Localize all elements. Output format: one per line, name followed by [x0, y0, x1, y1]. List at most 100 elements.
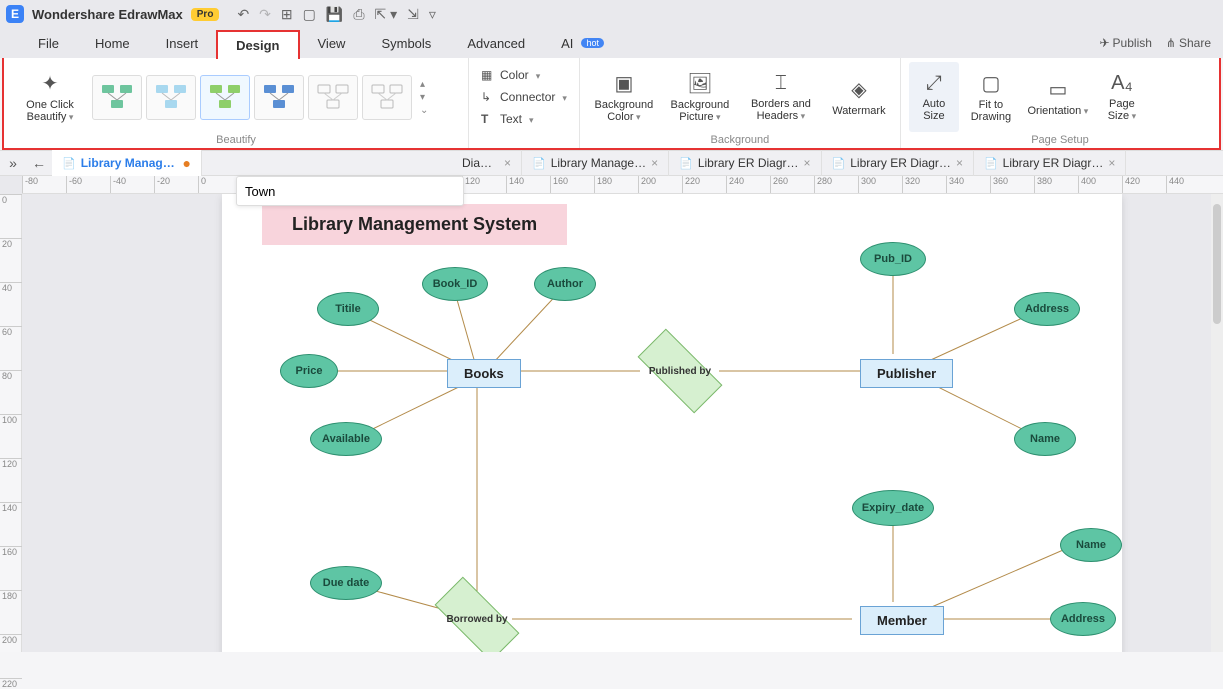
color-dropdown[interactable]: ▦Color: [477, 66, 544, 84]
connector-dropdown[interactable]: ↳Connector: [477, 88, 571, 106]
fit-to-drawing-button[interactable]: ▢Fit to Drawing: [963, 62, 1019, 132]
import-icon[interactable]: ⇲: [407, 6, 419, 23]
close-icon[interactable]: ×: [504, 156, 511, 170]
share-button[interactable]: ⋔ Share: [1166, 36, 1211, 50]
menu-bar: File Home Insert Design View Symbols Adv…: [0, 28, 1223, 58]
attr-expiry[interactable]: Expiry_date: [852, 490, 934, 526]
pagesize-icon: A₄: [1111, 72, 1133, 95]
attr-address[interactable]: Address: [1014, 292, 1080, 326]
autosize-icon: ⤢: [926, 72, 942, 95]
tab-0[interactable]: 📄 Library Manag… ●: [52, 150, 202, 176]
page[interactable]: Library Management System Books Publishe…: [222, 194, 1122, 652]
shape-text-input[interactable]: [236, 176, 464, 206]
menu-advanced[interactable]: Advanced: [449, 30, 543, 57]
close-icon[interactable]: ×: [956, 156, 963, 170]
diagram-title[interactable]: Library Management System: [262, 204, 567, 245]
text-icon: T: [481, 112, 495, 126]
redo-icon[interactable]: ↷: [259, 6, 271, 23]
relationship-borrowed-by[interactable]: Borrowed by: [437, 599, 517, 639]
more-icon[interactable]: ▿: [429, 6, 436, 23]
tab-4[interactable]: 📄Library ER Diagr…×: [822, 150, 974, 176]
ribbon: ✦ One Click Beautify ▴▾⌄ Beautify ▦Color…: [2, 58, 1221, 150]
canvas[interactable]: Library Management System Books Publishe…: [22, 194, 1223, 652]
open-icon[interactable]: ▢: [303, 6, 316, 23]
ribbon-group-label: Page Setup: [909, 132, 1211, 146]
undo-icon[interactable]: ↶: [237, 6, 249, 23]
scroll-down-icon: ▾: [420, 92, 428, 103]
menu-home[interactable]: Home: [77, 30, 148, 57]
app-logo: E: [6, 5, 24, 23]
style-6[interactable]: [362, 75, 412, 120]
page-size-button[interactable]: A₄Page Size: [1097, 62, 1147, 132]
tab-1[interactable]: Dia…×: [452, 150, 522, 176]
tabs-back-icon[interactable]: ←: [26, 155, 52, 171]
scrollbar-thumb[interactable]: [1213, 204, 1221, 324]
menu-design[interactable]: Design: [216, 30, 299, 59]
watermark-icon: ◈: [851, 77, 866, 102]
fit-icon: ▢: [981, 71, 1000, 96]
borders-icon: ⌶: [775, 72, 787, 95]
publish-button[interactable]: ✈ Publish: [1099, 36, 1151, 50]
entity-member[interactable]: Member: [860, 606, 944, 635]
attr-available[interactable]: Available: [310, 422, 382, 456]
attr-author[interactable]: Author: [534, 267, 596, 301]
auto-size-button[interactable]: ⤢Auto Size: [909, 62, 959, 132]
watermark-button[interactable]: ◈Watermark: [826, 62, 892, 132]
workspace: -80-60-40-200204060801001201401601802002…: [0, 176, 1223, 652]
tab-2[interactable]: 📄Library Manage…×: [522, 150, 669, 176]
menu-insert[interactable]: Insert: [148, 30, 217, 57]
menu-view[interactable]: View: [300, 30, 364, 57]
menu-symbols[interactable]: Symbols: [363, 30, 449, 57]
close-icon[interactable]: ×: [651, 156, 658, 170]
file-icon: 📄: [679, 157, 693, 170]
entity-books[interactable]: Books: [447, 359, 521, 388]
relationship-published-by[interactable]: Published by: [640, 351, 720, 391]
gallery-expand-icon: ⌄: [420, 105, 428, 116]
attr-price[interactable]: Price: [280, 354, 338, 388]
background-color-button[interactable]: ▣Background Color: [588, 62, 660, 132]
orientation-button[interactable]: ▭Orientation: [1023, 62, 1093, 132]
borders-headers-button[interactable]: ⌶Borders and Headers: [740, 62, 822, 132]
title-bar: E Wondershare EdrawMax Pro ↶ ↷ ⊞ ▢ 💾 ⎙ ⇱…: [0, 0, 1223, 28]
tabs-scroll-right-icon[interactable]: »: [0, 155, 26, 171]
connector-icon: ↳: [481, 90, 495, 104]
sparkle-icon: ✦: [38, 72, 62, 96]
save-icon[interactable]: 💾: [326, 6, 343, 23]
style-1[interactable]: [92, 75, 142, 120]
entity-publisher[interactable]: Publisher: [860, 359, 953, 388]
file-icon: 📄: [832, 157, 846, 170]
ai-hot-badge: hot: [581, 38, 604, 48]
attr-pub-id[interactable]: Pub_ID: [860, 242, 926, 276]
style-2[interactable]: [146, 75, 196, 120]
new-icon[interactable]: ⊞: [281, 6, 293, 23]
attr-m-name[interactable]: Name: [1060, 528, 1122, 562]
tab-5[interactable]: 📄Library ER Diagr…×: [974, 150, 1126, 176]
menu-file[interactable]: File: [20, 30, 77, 57]
style-5[interactable]: [308, 75, 358, 120]
pro-badge: Pro: [191, 8, 220, 21]
dirty-indicator: ●: [183, 155, 191, 171]
print-icon[interactable]: ⎙: [353, 6, 364, 23]
close-icon[interactable]: ×: [804, 156, 811, 170]
document-tabs: » ← 📄 Library Manag… ● Dia…× 📄Library Ma…: [0, 150, 1223, 176]
close-icon[interactable]: ×: [1108, 156, 1115, 170]
vertical-scrollbar[interactable]: [1211, 194, 1223, 652]
attr-due-date[interactable]: Due date: [310, 566, 382, 600]
attr-name[interactable]: Name: [1014, 422, 1076, 456]
one-click-beautify-button[interactable]: ✦ One Click Beautify: [12, 62, 88, 132]
picture-icon: 🖼: [687, 71, 712, 96]
style-3[interactable]: [200, 75, 250, 120]
quick-access-toolbar: ↶ ↷ ⊞ ▢ 💾 ⎙ ⇱ ▾ ⇲ ▿: [237, 6, 436, 23]
palette-icon: ▦: [481, 68, 495, 82]
attr-title[interactable]: Titile: [317, 292, 379, 326]
style-4[interactable]: [254, 75, 304, 120]
text-dropdown[interactable]: TText: [477, 110, 538, 128]
background-picture-button[interactable]: 🖼Background Picture: [664, 62, 736, 132]
bg-color-icon: ▣: [614, 71, 633, 96]
attr-m-address[interactable]: Address: [1050, 602, 1116, 636]
attr-book-id[interactable]: Book_ID: [422, 267, 488, 301]
file-icon: 📄: [532, 157, 546, 170]
export-icon[interactable]: ⇱ ▾: [375, 6, 398, 23]
style-gallery-scroll[interactable]: ▴▾⌄: [416, 79, 428, 116]
tab-3[interactable]: 📄Library ER Diagr…×: [669, 150, 821, 176]
